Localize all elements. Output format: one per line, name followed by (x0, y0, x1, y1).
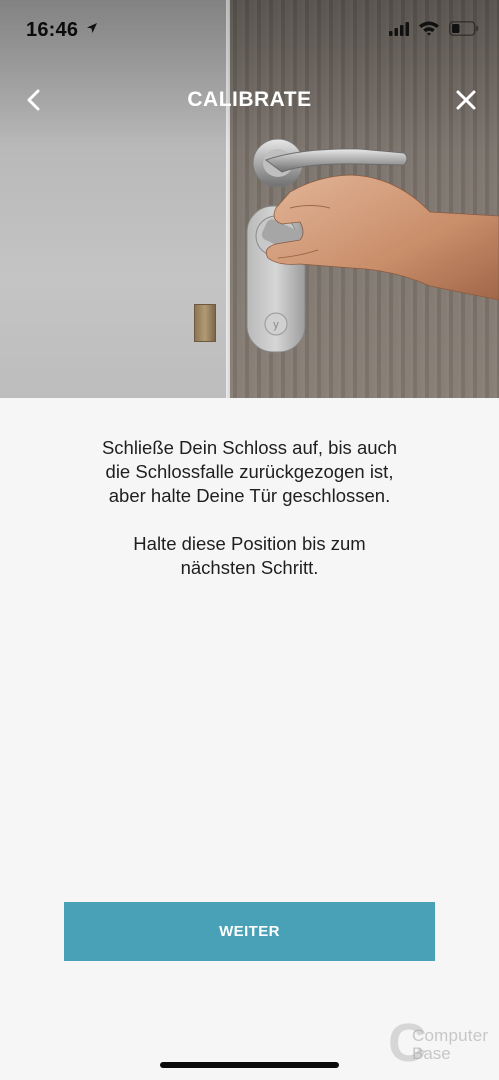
instruction-paragraph-2: Halte diese Position bis zum nächsten Sc… (40, 532, 459, 580)
close-icon (456, 90, 476, 110)
watermark-line-2: Base (412, 1044, 451, 1063)
svg-text:y: y (273, 319, 279, 331)
instruction-line: Schließe Dein Schloss auf, bis auch (101, 437, 398, 458)
computerbase-watermark: C Computer Base (388, 1016, 492, 1070)
instruction-line: Halte diese Position bis zum (133, 533, 366, 554)
next-button[interactable]: WEITER (64, 902, 435, 961)
instruction-paragraph-1: Schließe Dein Schloss auf, bis auch die … (40, 436, 459, 508)
status-time: 16:46 (26, 19, 79, 41)
battery-icon (449, 21, 479, 36)
instruction-line: aber halte Deine Tür geschlossen. (108, 485, 391, 506)
instruction-line: nächsten Schritt. (180, 557, 319, 578)
status-bar: 16:46 (0, 0, 499, 60)
wifi-icon (419, 21, 439, 36)
close-button[interactable] (450, 84, 482, 116)
calibration-instructions: Schließe Dein Schloss auf, bis auch die … (40, 436, 459, 580)
cellular-signal-icon (389, 22, 409, 36)
home-indicator[interactable] (160, 1062, 339, 1068)
instruction-line: die Schlossfalle zurückgezogen ist, (105, 461, 394, 482)
page-title: CALIBRATE (187, 88, 312, 111)
watermark-line-1: Computer (412, 1026, 489, 1045)
location-arrow-icon (87, 23, 97, 33)
